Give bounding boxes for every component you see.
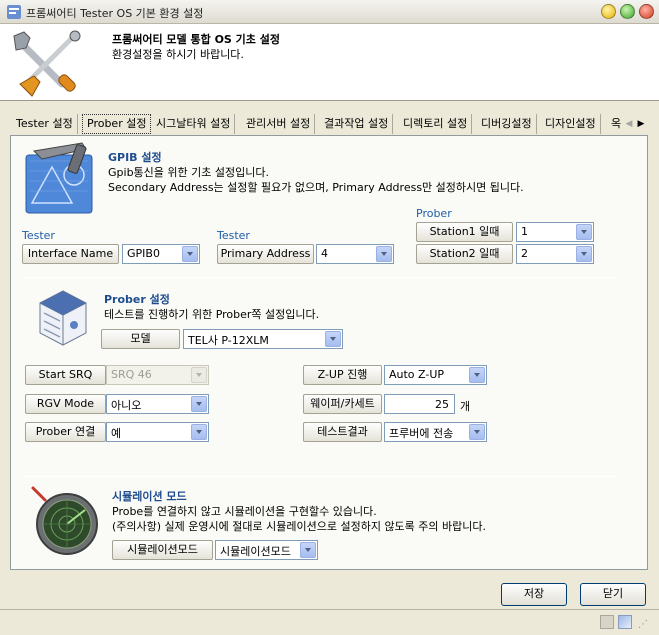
minimize-icon[interactable] (601, 4, 616, 19)
section-divider-1 (22, 277, 619, 278)
station1-label: Station1 일때 (416, 222, 513, 242)
test-result-label: 테스트결과 (303, 422, 382, 442)
chevron-down-icon (469, 424, 485, 440)
station1-select[interactable]: 1 (516, 222, 594, 242)
gpib-desc-2: Secondary Address는 설정할 필요가 없으며, Primary … (108, 181, 524, 194)
radar-icon (31, 486, 98, 555)
tab-right-arrow-icon[interactable]: ▶ (634, 116, 648, 132)
resize-grip-icon[interactable]: ⋰ (638, 618, 652, 632)
tab-management-server[interactable]: 관리서버 설정 (242, 114, 316, 134)
status-icon-2 (618, 615, 632, 629)
simulation-desc-1: Probe를 연결하지 않고 시뮬레이션을 구현할수 있습니다. (112, 505, 377, 518)
simulation-title: 시뮬레이션 모드 (112, 490, 187, 503)
tab-result-work[interactable]: 결과작업 설정 (320, 114, 394, 134)
chevron-down-icon (576, 246, 592, 262)
interface-name-label: Interface Name (22, 244, 119, 264)
window-title: 프롬써어티 Tester OS 기본 환경 설정 (26, 7, 204, 20)
rgv-mode-select[interactable]: 아니오 (106, 394, 209, 414)
simulation-mode-select[interactable]: 시뮬레이션모드 (215, 540, 318, 560)
chevron-down-icon (325, 331, 341, 347)
simulation-desc-2: (주의사항) 실제 운영시에 절대로 시뮬레이션으로 설정하지 않도록 주의 바… (112, 520, 487, 533)
tab-debugging[interactable]: 디버깅설정 (477, 114, 537, 134)
tab-directory[interactable]: 디렉토리 설정 (399, 114, 473, 134)
chevron-down-icon (191, 367, 207, 383)
server-icon (39, 290, 87, 346)
chevron-down-icon (300, 542, 316, 558)
title-bar[interactable]: 프롬써어티 Tester OS 기본 환경 설정 (0, 0, 659, 24)
prober-desc: 테스트를 진행하기 위한 Prober쪽 설정입니다. (104, 308, 320, 321)
chevron-down-icon (469, 367, 485, 383)
test-result-value: 프루버에 전송 (389, 427, 454, 440)
simulation-mode-value: 시뮬레이션모드 (220, 545, 291, 558)
simulation-mode-label: 시뮬레이션모드 (112, 540, 213, 560)
primary-address-value: 4 (321, 247, 328, 260)
section-divider-2 (22, 476, 619, 477)
wafer-cassette-value: 25 (435, 398, 449, 411)
save-button[interactable]: 저장 (501, 583, 567, 606)
chevron-down-icon (182, 246, 198, 262)
tester-group-label-1: Tester (22, 229, 55, 242)
station1-value: 1 (521, 225, 528, 238)
tester-group-label-2: Tester (217, 229, 250, 242)
app-icon (7, 5, 21, 19)
tab-design[interactable]: 디자인설정 (541, 114, 601, 134)
rgv-mode-label: RGV Mode (25, 394, 106, 414)
tab-prober[interactable]: Prober 설정 (82, 114, 152, 134)
tab-strip: Tester 설정 Prober 설정 시그날타워 설정 관리서버 설정 결과작… (10, 114, 648, 136)
start-srq-label: Start SRQ (25, 365, 106, 385)
model-value: TEL사 P-12XLM (188, 334, 269, 347)
tools-icon (13, 30, 81, 97)
prober-connect-select[interactable]: 예 (106, 422, 209, 442)
gpib-title: GPIB 설정 (108, 151, 162, 164)
wafer-cassette-input[interactable]: 25 (384, 394, 455, 414)
station2-value: 2 (521, 247, 528, 260)
interface-name-select[interactable]: GPIB0 (122, 244, 200, 264)
wafer-unit: 개 (460, 400, 471, 413)
primary-address-select[interactable]: 4 (316, 244, 394, 264)
zup-select[interactable]: Auto Z-UP (384, 365, 487, 385)
start-srq-value: SRQ 46 (111, 368, 152, 381)
prober-connect-value: 예 (111, 427, 122, 440)
chevron-down-icon (576, 224, 592, 240)
prober-title: Prober 설정 (104, 293, 170, 306)
chevron-down-icon (376, 246, 392, 262)
zup-value: Auto Z-UP (389, 368, 445, 381)
chevron-down-icon (191, 396, 207, 412)
banner-subtitle: 환경설정을 하시기 바랍니다. (112, 48, 244, 61)
maximize-icon[interactable] (620, 4, 635, 19)
header-banner (0, 24, 659, 101)
primary-address-label: Primary Address (217, 244, 314, 264)
wafer-cassette-label: 웨이퍼/카세트 (303, 394, 382, 414)
status-icon-1 (600, 615, 614, 629)
banner-title: 프롬써어티 모델 통합 OS 기초 설정 (112, 33, 280, 46)
tab-signal-tower[interactable]: 시그날타워 설정 (152, 114, 236, 134)
station2-select[interactable]: 2 (516, 244, 594, 264)
tab-tester[interactable]: Tester 설정 (12, 114, 78, 134)
zup-label: Z-UP 진행 (303, 365, 382, 385)
model-label: 모델 (101, 329, 180, 349)
test-result-select[interactable]: 프루버에 전송 (384, 422, 487, 442)
prober-connect-label: Prober 연결 (25, 422, 106, 442)
status-bar: ⋰ (0, 609, 659, 635)
close-button[interactable]: 닫기 (580, 583, 646, 606)
chevron-down-icon (191, 424, 207, 440)
start-srq-select[interactable]: SRQ 46 (106, 365, 209, 385)
prober-group-label: Prober (416, 207, 452, 220)
gpib-desc-1: Gpib통신을 위한 기초 설정입니다. (108, 166, 269, 179)
blueprint-icon (25, 142, 93, 214)
rgv-mode-value: 아니오 (111, 399, 142, 412)
model-select[interactable]: TEL사 P-12XLM (183, 329, 343, 349)
interface-name-value: GPIB0 (127, 247, 160, 260)
close-icon[interactable] (639, 4, 654, 19)
station2-label: Station2 일때 (416, 244, 513, 264)
